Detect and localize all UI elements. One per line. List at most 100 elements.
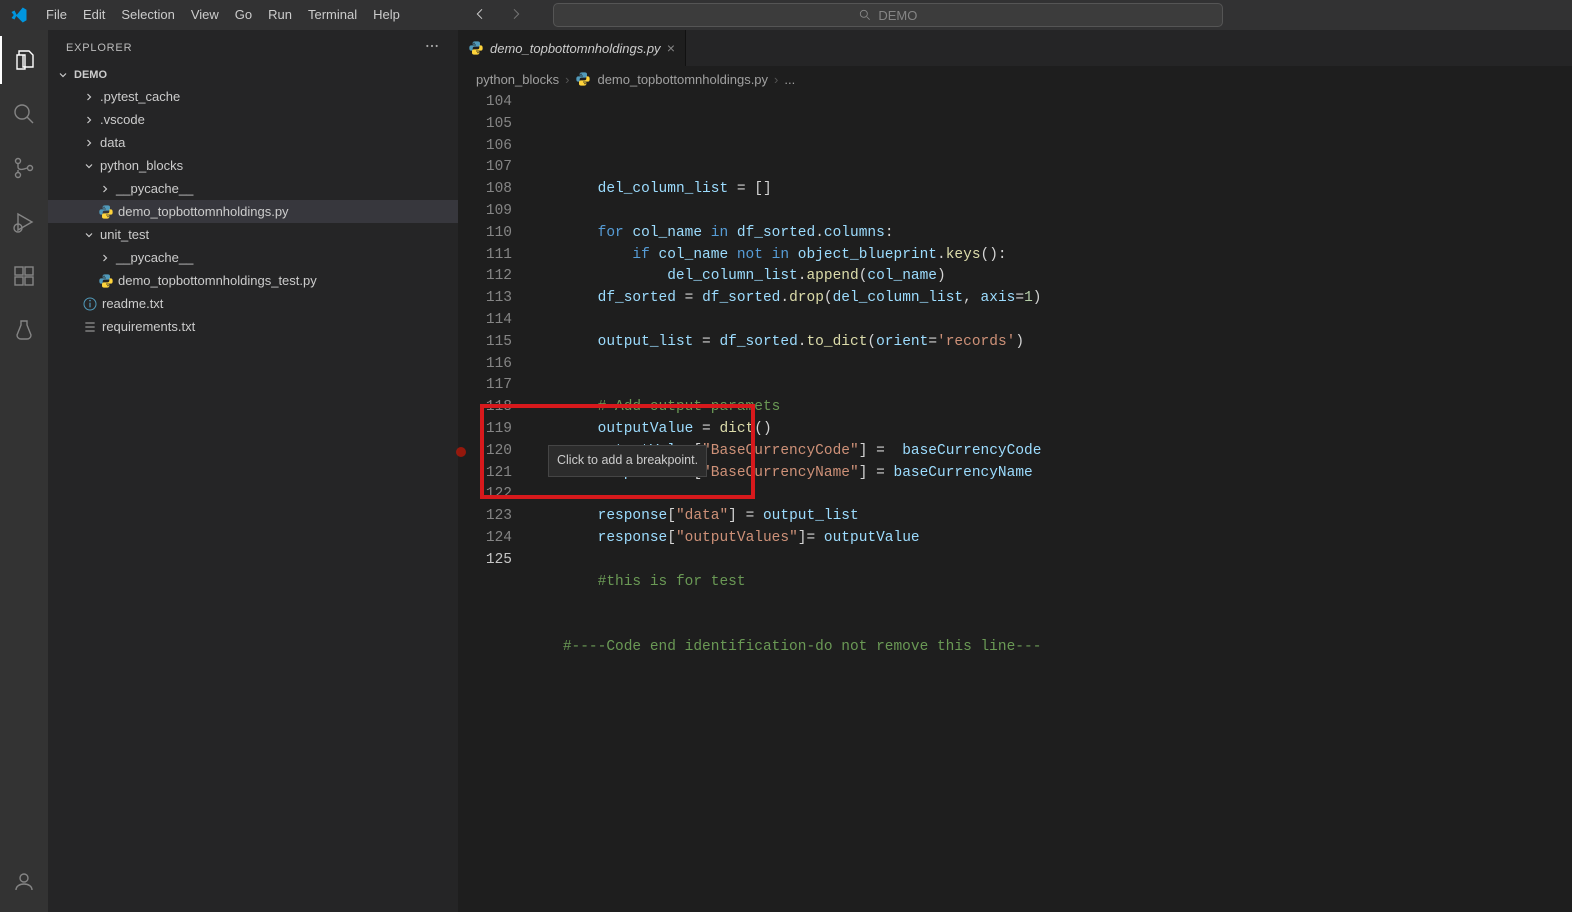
code-line[interactable]: if col_name not in object_blueprint.keys… — [528, 245, 1572, 267]
code-line[interactable]: for col_name in df_sorted.columns: — [528, 223, 1572, 245]
minimap[interactable] — [1492, 92, 1572, 912]
tab-label: demo_topbottomnholdings.py — [490, 41, 661, 56]
breadcrumb-item[interactable]: python_blocks — [476, 72, 559, 87]
breakpoint-margin[interactable] — [454, 92, 468, 912]
tree-item-unit-test[interactable]: unit_test — [48, 223, 458, 246]
command-center-text: DEMO — [878, 8, 917, 23]
testing-icon[interactable] — [0, 306, 48, 354]
tree-item--pycache-[interactable]: __pycache__ — [48, 246, 458, 269]
command-center[interactable]: DEMO — [553, 3, 1223, 27]
tree-item--pytest-cache[interactable]: .pytest_cache — [48, 85, 458, 108]
code-line[interactable]: df_sorted = df_sorted.drop(del_column_li… — [528, 288, 1572, 310]
tree-item-label: requirements.txt — [102, 319, 195, 334]
chevron-right-icon — [82, 90, 96, 104]
code-line[interactable]: # Add output paramets — [528, 397, 1572, 419]
breakpoint-tooltip: Click to add a breakpoint. — [548, 445, 707, 477]
code-line[interactable] — [528, 201, 1572, 223]
tree-item-label: .pytest_cache — [100, 89, 180, 104]
close-icon[interactable]: × — [667, 40, 675, 56]
tree-item-data[interactable]: data — [48, 131, 458, 154]
python-file-icon — [98, 273, 114, 289]
menu-run[interactable]: Run — [260, 7, 300, 22]
source-control-icon[interactable] — [0, 144, 48, 192]
menubar: FileEditSelectionViewGoRunTerminalHelp — [38, 0, 408, 30]
tree-item-demo-topbottomnholdings-py[interactable]: demo_topbottomnholdings.py — [48, 200, 458, 223]
folder-root-label: DEMO — [74, 69, 107, 81]
vscode-logo-icon — [10, 6, 28, 24]
activitybar — [0, 30, 48, 912]
chevron-right-icon — [98, 182, 112, 196]
chevron-right-icon — [98, 251, 112, 265]
tree-item-label: __pycache__ — [116, 181, 193, 196]
code-line[interactable] — [528, 354, 1572, 376]
nav-back-icon[interactable] — [472, 6, 488, 25]
tree-item--pycache-[interactable]: __pycache__ — [48, 177, 458, 200]
code-line[interactable] — [528, 375, 1572, 397]
python-file-icon — [468, 40, 484, 56]
code-line[interactable]: del_column_list = [] — [528, 179, 1572, 201]
menu-terminal[interactable]: Terminal — [300, 7, 365, 22]
accounts-icon[interactable] — [0, 858, 48, 906]
breakpoint-hint-icon[interactable] — [456, 447, 466, 457]
code-content[interactable]: Click to add a breakpoint. del_column_li… — [528, 92, 1572, 912]
chevron-down-icon — [56, 68, 70, 82]
explorer-title: EXPLORER — [66, 42, 132, 54]
tree-item-demo-topbottomnholdings-test-py[interactable]: demo_topbottomnholdings_test.py — [48, 269, 458, 292]
run-debug-icon[interactable] — [0, 198, 48, 246]
python-file-icon — [575, 71, 591, 87]
menu-selection[interactable]: Selection — [113, 7, 182, 22]
menu-go[interactable]: Go — [227, 7, 260, 22]
tree-item-label: .vscode — [100, 112, 145, 127]
extensions-icon[interactable] — [0, 252, 48, 300]
code-line[interactable] — [528, 550, 1572, 572]
menu-view[interactable]: View — [183, 7, 227, 22]
nav-controls — [472, 6, 524, 25]
tree-item-label: unit_test — [100, 227, 149, 242]
breadcrumb-separator: › — [774, 72, 778, 87]
code-line[interactable]: #----Code end identification-do not remo… — [528, 637, 1572, 659]
titlebar: FileEditSelectionViewGoRunTerminalHelp D… — [0, 0, 1572, 30]
editor-tab[interactable]: demo_topbottomnholdings.py × — [458, 30, 686, 66]
tree-item-python-blocks[interactable]: python_blocks — [48, 154, 458, 177]
main-layout: EXPLORER DEMO .pytest_cache .vscode data py… — [0, 30, 1572, 912]
tree-item-label: demo_topbottomnholdings.py — [118, 204, 289, 219]
code-line[interactable]: response["outputValues"]= outputValue — [528, 528, 1572, 550]
breadcrumbs[interactable]: python_blocks › demo_topbottomnholdings.py… — [458, 66, 1572, 92]
python-file-icon — [98, 204, 114, 220]
breadcrumb-item[interactable]: demo_topbottomnholdings.py — [597, 72, 768, 87]
tree-item-readme-txt[interactable]: readme.txt — [48, 292, 458, 315]
tree-item-label: data — [100, 135, 125, 150]
search-icon — [858, 8, 872, 22]
tree-item-requirements-txt[interactable]: requirements.txt — [48, 315, 458, 338]
breadcrumb-separator: › — [565, 72, 569, 87]
menu-help[interactable]: Help — [365, 7, 408, 22]
menu-file[interactable]: File — [38, 7, 75, 22]
info-file-icon — [82, 296, 98, 312]
code-line[interactable]: del_column_list.append(col_name) — [528, 266, 1572, 288]
code-line[interactable]: response["data"] = output_list — [528, 506, 1572, 528]
folder-root[interactable]: DEMO — [48, 65, 458, 85]
sidebar-header: EXPLORER — [48, 30, 458, 65]
chevron-down-icon — [82, 159, 96, 173]
code-line[interactable] — [528, 484, 1572, 506]
code-editor[interactable]: 1041051061071081091101111121131141151161… — [458, 92, 1572, 912]
code-line[interactable]: outputValue = dict() — [528, 419, 1572, 441]
tree-item-label: python_blocks — [100, 158, 183, 173]
tree-item-label: __pycache__ — [116, 250, 193, 265]
list-file-icon — [82, 319, 98, 335]
editor-tabs: demo_topbottomnholdings.py × — [458, 30, 1572, 66]
menu-edit[interactable]: Edit — [75, 7, 113, 22]
line-number-gutter[interactable]: 1041051061071081091101111121131141151161… — [458, 92, 528, 912]
breadcrumb-item[interactable]: ... — [784, 72, 795, 87]
code-line[interactable] — [528, 593, 1572, 615]
code-line[interactable]: output_list = df_sorted.to_dict(orient='… — [528, 332, 1572, 354]
tree-item--vscode[interactable]: .vscode — [48, 108, 458, 131]
more-actions-icon[interactable] — [424, 38, 440, 57]
code-line[interactable] — [528, 310, 1572, 332]
explorer-icon[interactable] — [0, 36, 48, 84]
chevron-down-icon — [82, 228, 96, 242]
search-activity-icon[interactable] — [0, 90, 48, 138]
nav-forward-icon[interactable] — [508, 6, 524, 25]
code-line[interactable]: #this is for test — [528, 572, 1572, 594]
code-line[interactable] — [528, 615, 1572, 637]
